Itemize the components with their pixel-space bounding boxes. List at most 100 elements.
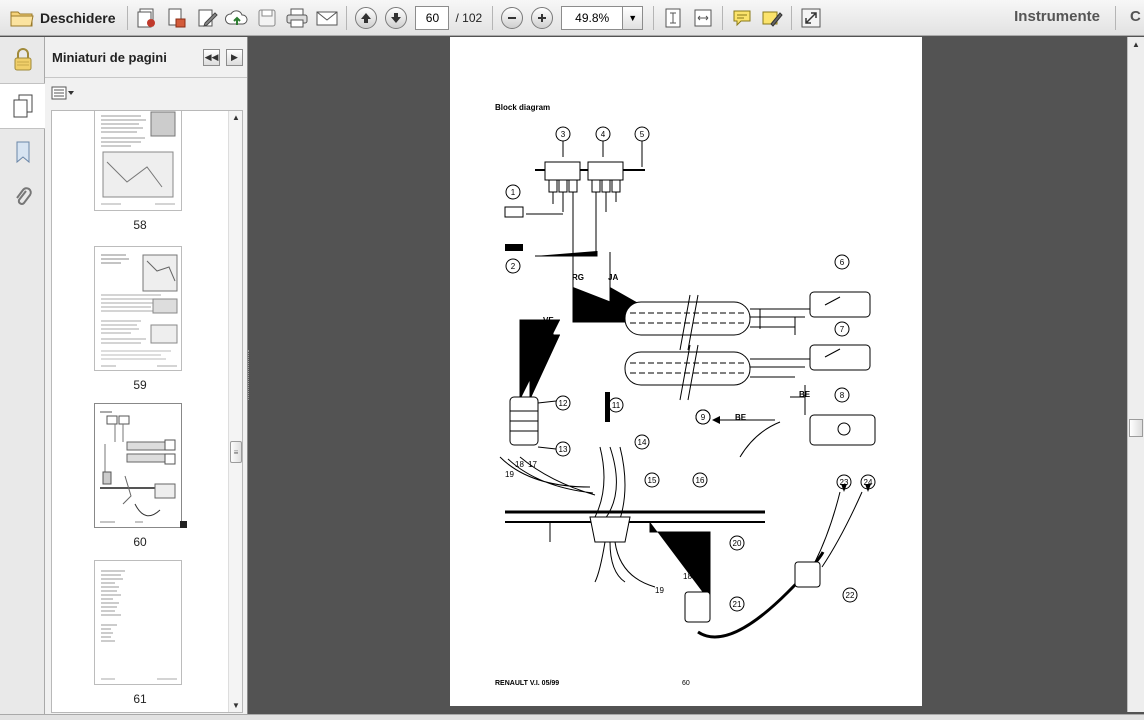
combine-icon — [168, 8, 186, 27]
svg-text:20: 20 — [733, 539, 742, 548]
double-chevron-left-icon: ◀◀ — [204, 52, 219, 62]
thumbnail-label: 60 — [133, 535, 147, 549]
create-pdf-icon — [137, 8, 156, 27]
thumbnails-scrollbar[interactable]: ▲ ≡ ▼ — [228, 111, 242, 712]
block-diagram: Block diagram 3 4 5 12 678 91213 1415 16… — [495, 103, 876, 687]
svg-text:18: 18 — [515, 460, 524, 469]
toolbar-separator — [791, 5, 793, 30]
current-page-marker — [180, 521, 187, 528]
toolbar-separator — [127, 5, 129, 30]
svg-text:7: 7 — [840, 325, 845, 334]
svg-text:9: 9 — [701, 413, 706, 422]
thumbnail-options-button[interactable] — [51, 86, 75, 100]
svg-text:4: 4 — [601, 130, 606, 139]
page-footer-number: 60 — [682, 680, 690, 687]
svg-text:8: 8 — [840, 391, 845, 400]
expand-panel-button[interactable]: ▶ — [226, 49, 243, 66]
thumbnail-page-image — [94, 111, 182, 211]
svg-text:12: 12 — [559, 399, 568, 408]
document-scrollbar[interactable]: ▲ — [1127, 37, 1144, 712]
edit-icon — [198, 9, 219, 27]
svg-text:13: 13 — [559, 445, 568, 454]
print-button[interactable] — [282, 4, 312, 32]
comment-panel-tab[interactable]: C — [1130, 8, 1144, 25]
arrow-down-icon — [391, 12, 402, 23]
svg-text:17: 17 — [528, 460, 537, 469]
paperclip-icon — [15, 187, 32, 205]
zoom-in-button[interactable] — [527, 4, 557, 32]
combine-button[interactable] — [162, 4, 192, 32]
toolbar-separator — [653, 5, 655, 30]
svg-text:17: 17 — [693, 565, 702, 574]
comment-button[interactable] — [727, 4, 757, 32]
fit-page-icon — [665, 8, 681, 27]
scrollbar-thumb[interactable]: ≡ — [230, 441, 242, 463]
scrollbar-thumb[interactable] — [1129, 419, 1143, 437]
edit-button[interactable] — [192, 4, 222, 32]
email-button[interactable] — [312, 4, 342, 32]
thumbnail-options — [45, 78, 247, 108]
svg-text:21: 21 — [733, 600, 742, 609]
svg-text:11: 11 — [612, 401, 621, 410]
highlight-pen-icon — [762, 11, 783, 27]
svg-text:BE: BE — [735, 413, 747, 422]
svg-text:16: 16 — [696, 476, 705, 485]
svg-text:3: 3 — [561, 130, 566, 139]
document-viewport[interactable]: Block diagram 3 4 5 1 2 6 7 8 9 12 13 14… — [249, 37, 1127, 712]
scroll-up-arrow[interactable]: ▲ — [1132, 40, 1140, 49]
highlight-button[interactable] — [757, 4, 787, 32]
page-total: / 102 — [455, 10, 483, 25]
zoom-out-button[interactable] — [497, 4, 527, 32]
speech-bubble-icon — [733, 10, 751, 26]
fit-page-button[interactable] — [658, 4, 688, 32]
pages-icon — [13, 94, 32, 118]
scroll-down-arrow[interactable]: ▼ — [232, 701, 240, 710]
toolbar-separator — [722, 5, 724, 30]
next-page-button[interactable] — [381, 4, 411, 32]
page-thumbnails-button[interactable] — [0, 83, 45, 129]
cloud-upload-button[interactable] — [222, 4, 252, 32]
minus-icon — [508, 16, 517, 19]
tools-panel-tab[interactable]: Instrumente — [1014, 8, 1100, 25]
create-pdf-button[interactable] — [132, 4, 162, 32]
zoom-level-input[interactable]: 49.8% — [561, 5, 624, 30]
svg-text:2: 2 — [511, 262, 516, 271]
print-icon — [286, 8, 308, 27]
save-icon — [258, 9, 276, 26]
chevron-down-icon: ▼ — [628, 12, 638, 23]
attachments-button[interactable] — [0, 175, 45, 221]
svg-text:19: 19 — [505, 470, 514, 479]
thumbnails-panel-title: Miniaturi de pagini — [52, 49, 167, 65]
bookmark-icon — [16, 141, 29, 164]
bookmarks-button[interactable] — [0, 129, 45, 175]
plus-icon — [538, 13, 547, 22]
svg-text:15: 15 — [648, 476, 657, 485]
toolbar-separator — [346, 5, 348, 30]
options-menu-icon — [51, 86, 74, 100]
lock-icon — [14, 48, 31, 71]
thumbnail-label: 59 — [133, 378, 147, 392]
svg-text:6: 6 — [840, 258, 845, 267]
svg-text:5: 5 — [640, 130, 645, 139]
scroll-up-arrow[interactable]: ▲ — [232, 113, 240, 122]
page-number-input[interactable]: 60 — [415, 5, 450, 30]
zoom-dropdown[interactable]: ▼ — [623, 5, 644, 30]
document-page: Block diagram 3 4 5 1 2 6 7 8 9 12 13 14… — [450, 37, 922, 706]
security-button[interactable] — [0, 37, 45, 83]
email-icon — [316, 11, 338, 25]
collapse-panel-button[interactable]: ◀◀ — [203, 49, 220, 66]
svg-text:18: 18 — [683, 572, 692, 581]
arrow-up-icon — [361, 12, 372, 23]
navigation-pane — [0, 37, 45, 720]
open-button-label: Deschidere — [40, 9, 116, 26]
previous-page-button[interactable] — [351, 4, 381, 32]
page-footer-left: RENAULT V.I. 05/99 — [495, 680, 559, 687]
toolbar-separator — [1115, 6, 1116, 30]
save-button[interactable] — [252, 4, 282, 32]
thumbnails-list[interactable]: 58 59 60 61 ▲ ≡ ▼ — [51, 110, 243, 713]
fit-width-button[interactable] — [688, 4, 718, 32]
fullscreen-button[interactable] — [796, 4, 826, 32]
open-button[interactable]: Deschidere — [0, 2, 123, 34]
svg-text:1: 1 — [511, 188, 516, 197]
window-bottom-border — [0, 714, 1144, 720]
